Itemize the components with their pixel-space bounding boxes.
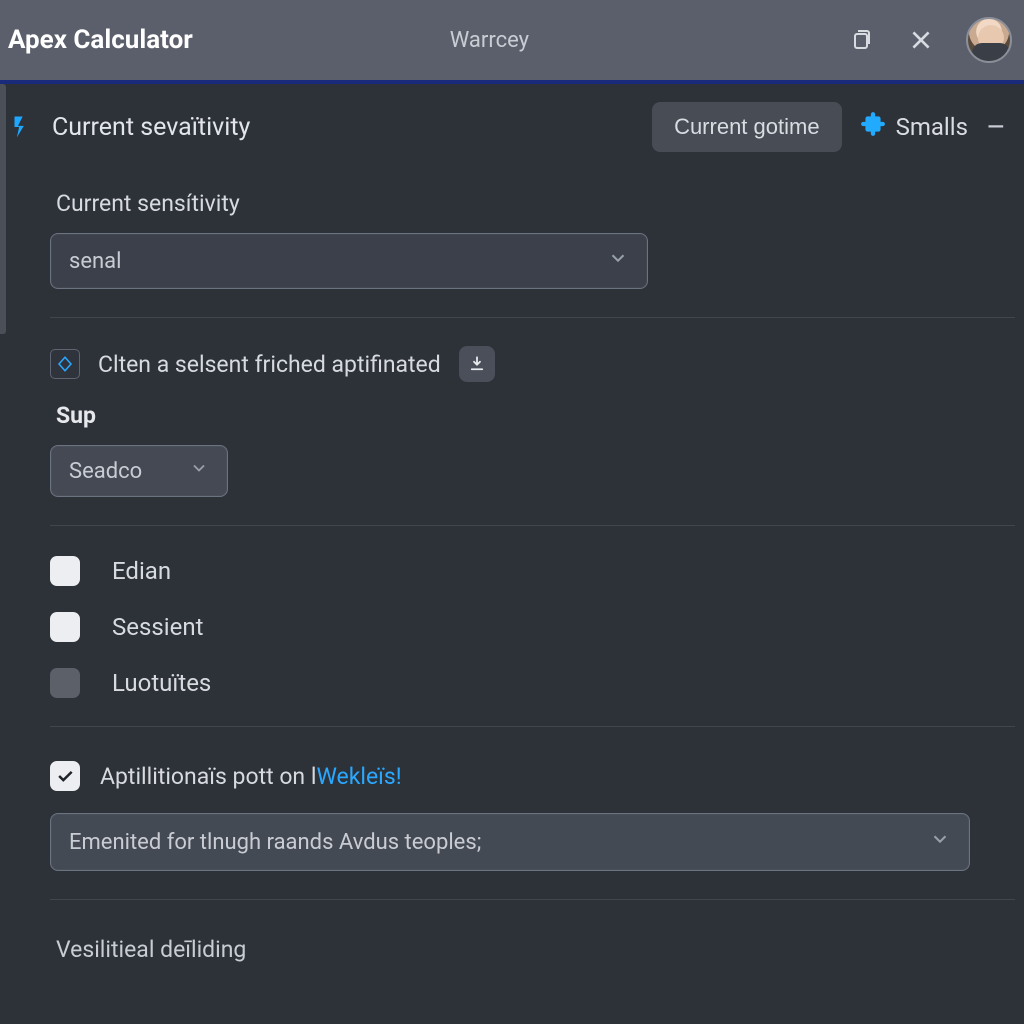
sensitivity-value: senal: [69, 249, 122, 274]
checkbox-label: Edian: [112, 557, 171, 585]
checkbox-special[interactable]: [50, 761, 80, 791]
inline-note-text: Clten a selsent friched aptifinated: [98, 351, 441, 378]
chevron-down-icon: [607, 247, 629, 275]
divider: [50, 899, 1015, 900]
special-row: Aptillitionaïs pott on l Wekleïs!: [50, 761, 1010, 791]
titlebar: Apex Calculator Warrcey: [0, 0, 1024, 80]
check-row-luotuites: Luotuïtes: [50, 668, 1010, 698]
toolbar: Current sevaïtivity Current gotime Small…: [0, 84, 1024, 170]
window-restore-icon[interactable]: [846, 25, 876, 55]
titlebar-actions: [846, 17, 1012, 63]
checkbox-luotuites[interactable]: [50, 668, 80, 698]
puzzle-icon: [860, 111, 886, 143]
checkbox-label: Luotuïtes: [112, 669, 211, 697]
sup-value: Seadco: [69, 459, 142, 484]
chevron-down-icon: [929, 828, 951, 856]
bottom-section-label: Vesilitieal deīliding: [56, 936, 1010, 963]
section-icon: [10, 112, 40, 142]
sup-label: Sup: [56, 402, 1010, 429]
section-title: Current sevaïtivity: [52, 113, 640, 142]
window-subtitle: Warrcey: [133, 28, 846, 53]
close-icon[interactable]: [906, 25, 936, 55]
inline-note-row: Clten a selsent friched aptifinated: [50, 346, 1010, 382]
content-area: Current sensítivity senal Clten a selsen…: [0, 190, 1024, 963]
special-text-highlight: Wekleïs!: [316, 763, 401, 790]
checkbox-sessient[interactable]: [50, 612, 80, 642]
divider: [50, 317, 1015, 318]
smalls-label: Smalls: [896, 113, 968, 141]
sensitivity-label: Current sensítivity: [56, 190, 1010, 217]
smalls-link[interactable]: Smalls: [854, 111, 974, 143]
download-button[interactable]: [459, 346, 495, 382]
current-gotime-button[interactable]: Current gotime: [652, 102, 842, 152]
collapse-icon[interactable]: –: [986, 110, 1006, 145]
sensitivity-select[interactable]: senal: [50, 233, 648, 289]
chevron-down-icon: [189, 458, 209, 484]
divider: [50, 525, 1015, 526]
left-rail-indicator: [0, 84, 6, 334]
sup-select[interactable]: Seadco: [50, 445, 228, 497]
checkbox-label: Sessient: [112, 613, 203, 641]
divider: [50, 726, 1015, 727]
check-row-edian: Edian: [50, 556, 1010, 586]
check-row-sessient: Sessient: [50, 612, 1010, 642]
special-text: Aptillitionaïs pott on l Wekleïs!: [100, 763, 402, 790]
long-select[interactable]: Emenited for tlnugh raands Avdus teoples…: [50, 813, 970, 871]
diamond-icon: [50, 349, 80, 379]
special-text-a: Aptillitionaïs pott on l: [100, 763, 316, 790]
avatar[interactable]: [966, 17, 1012, 63]
long-select-value: Emenited for tlnugh raands Avdus teoples…: [69, 830, 481, 855]
checkbox-edian[interactable]: [50, 556, 80, 586]
